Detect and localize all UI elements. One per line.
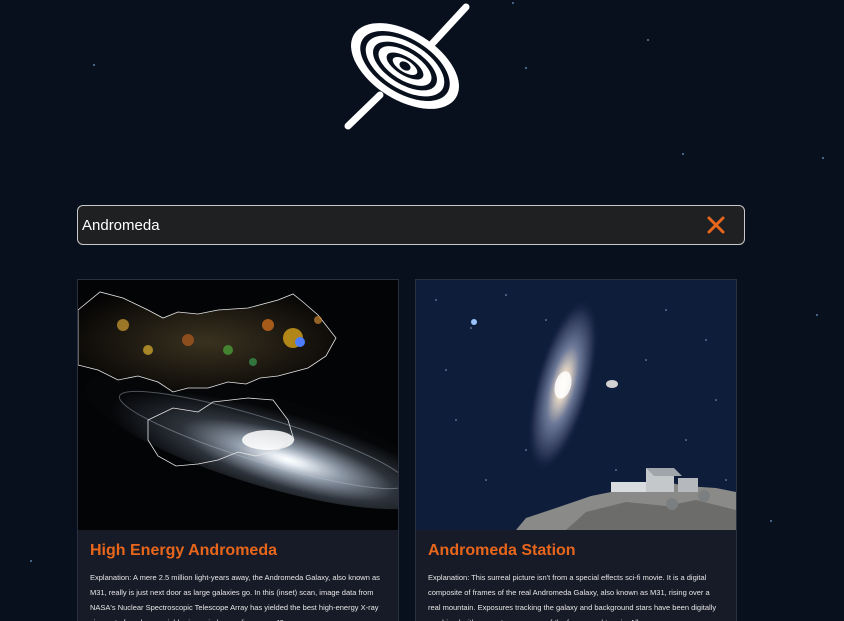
result-card[interactable]: High Energy Andromeda Explanation: A mer… bbox=[77, 279, 399, 621]
background-star bbox=[770, 520, 772, 522]
background-star bbox=[647, 39, 649, 41]
app-page: High Energy Andromeda Explanation: A mer… bbox=[0, 0, 844, 621]
search-bar bbox=[77, 205, 745, 245]
background-star bbox=[93, 64, 95, 66]
result-title[interactable]: High Energy Andromeda bbox=[90, 542, 277, 560]
result-explanation: Explanation: This surreal picture isn't … bbox=[428, 573, 717, 621]
background-star bbox=[682, 153, 684, 155]
background-star bbox=[512, 2, 514, 4]
result-title[interactable]: Andromeda Station bbox=[428, 542, 576, 560]
search-input[interactable] bbox=[82, 206, 682, 244]
background-star bbox=[822, 157, 824, 159]
background-star bbox=[30, 560, 32, 562]
galaxy-logo-icon bbox=[344, 3, 470, 130]
background-star bbox=[525, 67, 527, 69]
close-icon[interactable] bbox=[706, 215, 726, 235]
result-image[interactable] bbox=[78, 280, 398, 530]
result-image[interactable] bbox=[416, 280, 736, 530]
result-card[interactable]: Andromeda Station Explanation: This surr… bbox=[415, 279, 737, 621]
result-explanation: Explanation: A mere 2.5 million light-ye… bbox=[90, 573, 380, 621]
background-star bbox=[816, 314, 818, 316]
